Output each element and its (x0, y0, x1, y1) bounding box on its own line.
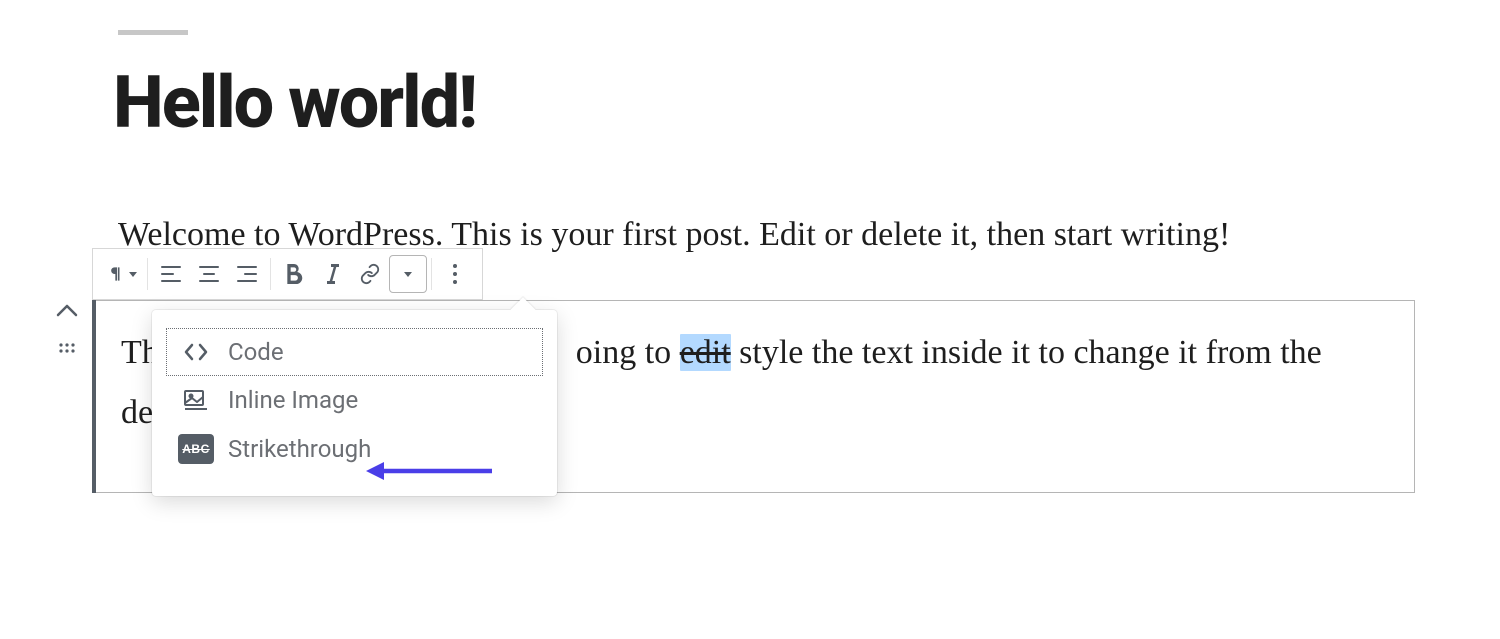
menu-item-label: Inline Image (228, 386, 358, 414)
bold-button[interactable] (275, 255, 313, 293)
more-options-button[interactable] (436, 255, 474, 293)
menu-item-code[interactable]: Code (166, 328, 543, 376)
formatting-dropdown: Code Inline Image ABC Strikethrough (152, 310, 557, 496)
inline-image-icon (178, 389, 214, 411)
move-up-icon[interactable] (56, 302, 78, 321)
chevron-down-icon (404, 272, 412, 277)
paragraph-text: de (121, 394, 153, 431)
menu-item-label: Code (228, 338, 284, 366)
drag-handle-icon[interactable] (58, 339, 76, 358)
more-formatting-button[interactable] (389, 255, 427, 293)
strikethrough-icon: ABC (178, 434, 214, 464)
italic-button[interactable] (313, 255, 351, 293)
block-mover (56, 302, 78, 358)
post-title[interactable]: Hello world! (113, 60, 476, 145)
link-button[interactable] (351, 255, 389, 293)
align-left-button[interactable] (152, 255, 190, 293)
menu-item-label: Strikethrough (228, 435, 371, 463)
menu-item-strikethrough[interactable]: ABC Strikethrough (166, 424, 543, 474)
menu-item-inline-image[interactable]: Inline Image (166, 376, 543, 424)
paragraph-text: style the text inside it to change it fr… (731, 334, 1322, 371)
block-accent (92, 300, 96, 493)
align-center-button[interactable] (190, 255, 228, 293)
align-right-button[interactable] (228, 255, 266, 293)
title-rule (118, 30, 188, 35)
block-toolbar (92, 248, 483, 300)
chevron-down-icon (129, 272, 137, 277)
block-type-button[interactable] (101, 255, 143, 293)
paragraph-text: oing to (576, 334, 680, 371)
code-icon (178, 342, 214, 362)
selected-word[interactable]: edit (680, 334, 731, 371)
